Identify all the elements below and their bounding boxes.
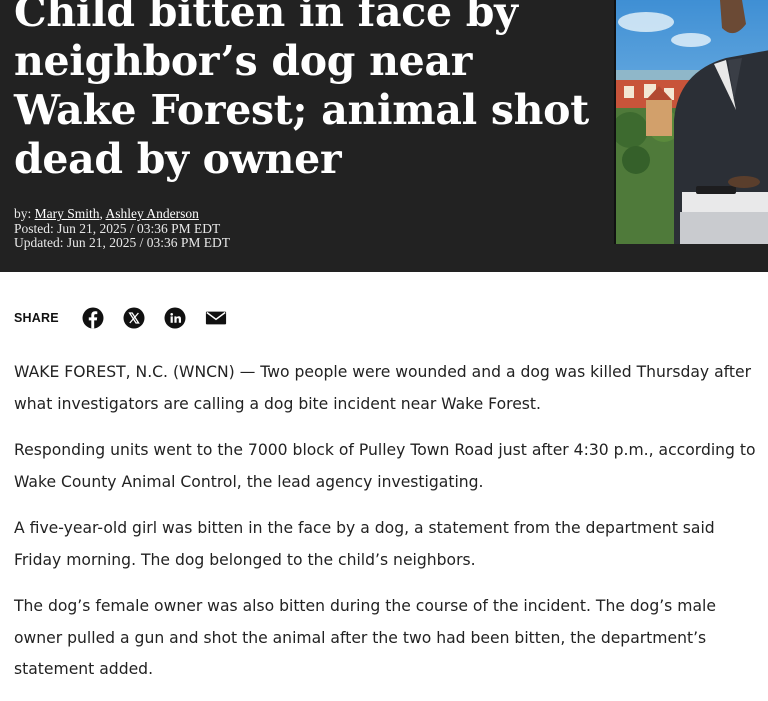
- article-meta: by: Mary Smith, Ashley Anderson Posted: …: [14, 206, 434, 251]
- share-label: SHARE: [14, 311, 59, 325]
- posted-timestamp: Posted: Jun 21, 2025 / 03:36 PM EDT: [14, 220, 221, 236]
- x-icon[interactable]: [123, 307, 145, 329]
- article-paragraph: A five-year-old girl was bitten in the f…: [14, 519, 715, 569]
- article-headline: Child bitten in face by neighbor’s dog n…: [14, 0, 589, 183]
- updated-timestamp: Updated: Jun 21, 2025 / 03:36 PM EDT: [14, 235, 230, 250]
- linkedin-icon[interactable]: [164, 307, 186, 329]
- article-paragraph: WAKE FOREST, N.C. (WNCN) — Two people we…: [14, 363, 751, 413]
- share-bar: SHARE: [14, 302, 246, 334]
- article-paragraph: The dog’s female owner was also bitten d…: [14, 597, 716, 678]
- author-link[interactable]: Ashley Anderson: [106, 206, 199, 221]
- email-icon[interactable]: [205, 307, 227, 329]
- news-anchor-image: [616, 0, 768, 244]
- video-thumbnail[interactable]: [614, 0, 768, 244]
- article-hero: Child bitten in face by neighbor’s dog n…: [0, 0, 768, 272]
- facebook-icon[interactable]: [82, 307, 104, 329]
- article-body: WAKE FOREST, N.C. (WNCN) — Two people we…: [14, 357, 759, 701]
- article-paragraph: Responding units went to the 7000 block …: [14, 441, 756, 491]
- author-link[interactable]: Mary Smith: [35, 206, 100, 221]
- byline-prefix: by:: [14, 206, 32, 221]
- byline: by: Mary Smith, Ashley Anderson: [14, 206, 199, 221]
